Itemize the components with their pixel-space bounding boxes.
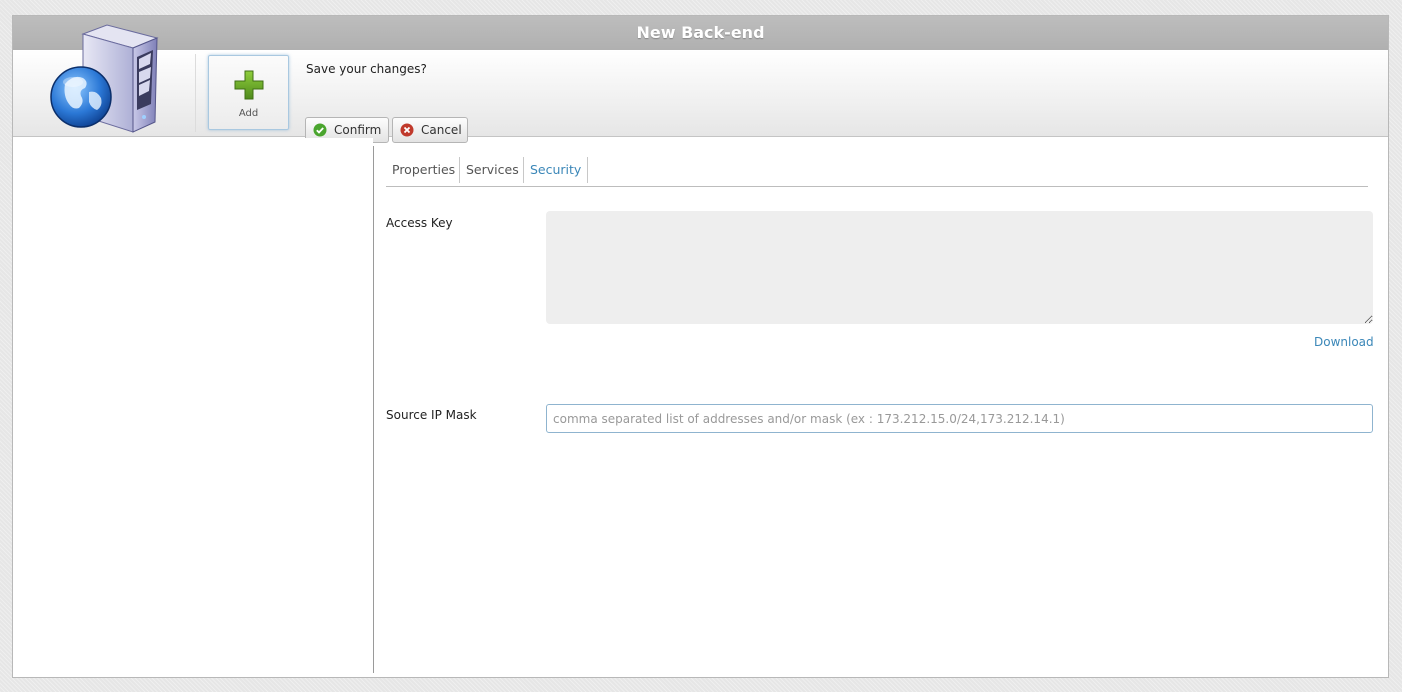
panel-divider (373, 146, 374, 673)
add-button-label: Add (238, 108, 259, 119)
server-globe-icon (50, 24, 159, 133)
cancel-button-label: Cancel (421, 123, 462, 137)
tab-security[interactable]: Security (524, 157, 588, 183)
check-circle-icon (313, 123, 327, 137)
cancel-button[interactable]: Cancel (392, 117, 468, 143)
confirm-button-label: Confirm (334, 123, 382, 137)
save-prompt-text: Save your changes? (306, 62, 427, 76)
tab-services[interactable]: Services (460, 157, 524, 183)
add-button[interactable]: Add (208, 55, 289, 130)
access-key-field[interactable] (546, 211, 1373, 324)
access-key-label: Access Key (386, 216, 453, 230)
window-title: New Back-end (13, 16, 1388, 50)
tab-properties[interactable]: Properties (386, 157, 460, 183)
source-ip-mask-label: Source IP Mask (386, 408, 477, 422)
tab-bar: Properties Services Security (386, 157, 1368, 187)
plus-icon (234, 70, 264, 100)
left-panel (13, 138, 373, 673)
download-link[interactable]: Download (1314, 335, 1374, 349)
dialog-window: New Back-end Add Save your changes? Conf… (12, 15, 1389, 678)
x-circle-icon (400, 123, 414, 137)
source-ip-mask-input[interactable] (546, 404, 1373, 433)
toolbar-separator (195, 54, 196, 132)
toolbar: Add Save your changes? Confirm Cancel (13, 24, 1388, 143)
